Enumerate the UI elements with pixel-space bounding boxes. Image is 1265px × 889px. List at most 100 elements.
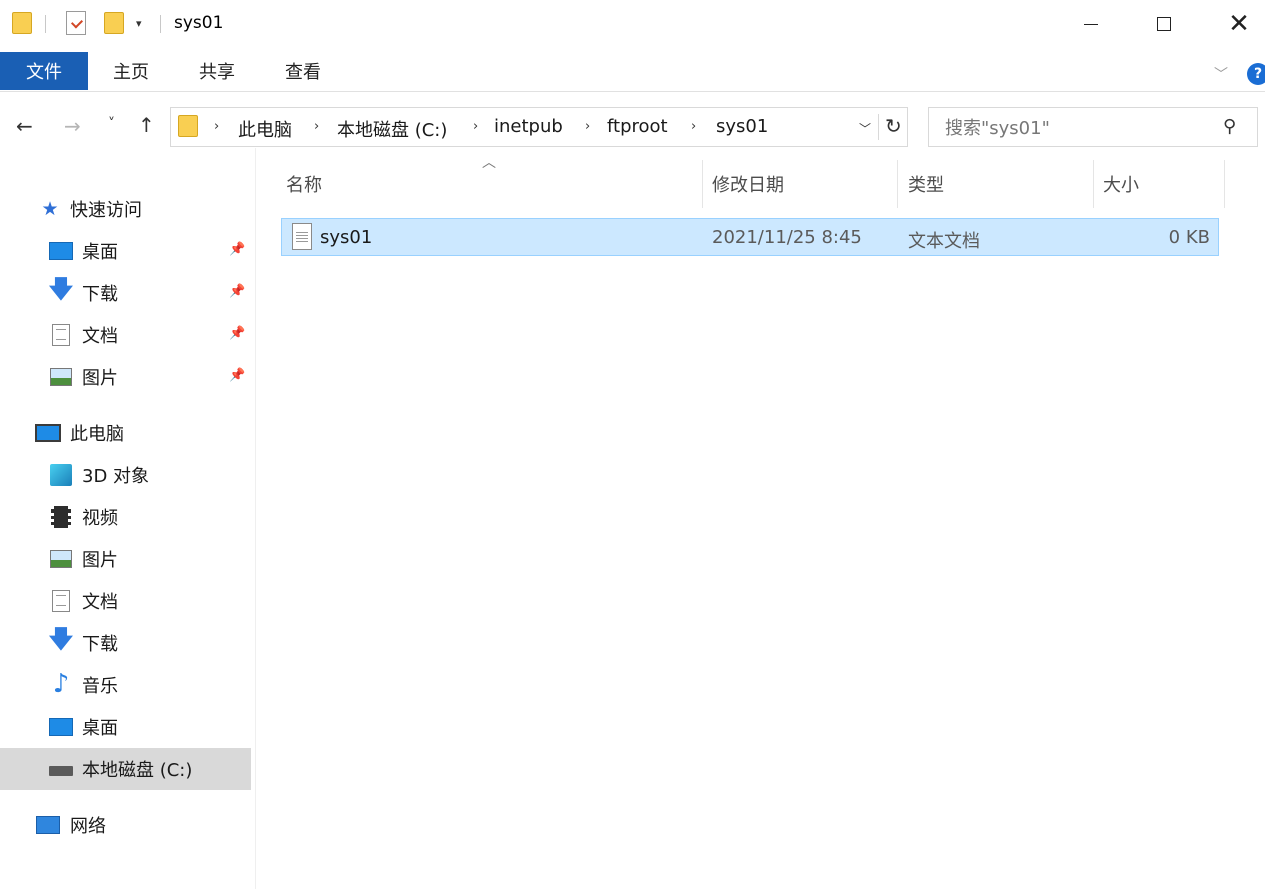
sidebar-item-this-pc[interactable]: 此电脑	[0, 412, 251, 454]
sidebar-item-label: 桌面	[82, 718, 118, 739]
tab-home[interactable]: 主页	[96, 52, 166, 90]
separator	[160, 15, 161, 33]
drive-icon	[49, 766, 73, 776]
file-modified: 2021/11/25 8:45	[712, 227, 862, 248]
separator	[878, 114, 879, 140]
sidebar-item-music[interactable]: ♪ 音乐	[0, 664, 251, 706]
column-header-type[interactable]: 类型	[908, 160, 1092, 208]
folder-icon	[12, 12, 32, 34]
customize-toolbar-icon[interactable]: ▾	[136, 17, 142, 30]
breadcrumb-separator: ›	[473, 119, 479, 134]
breadcrumb-separator: ›	[585, 119, 591, 134]
column-header-modified[interactable]: 修改日期	[712, 160, 896, 208]
breadcrumb-separator: ›	[691, 119, 697, 134]
search-placeholder: 搜索"sys01"	[945, 118, 1050, 139]
up-button[interactable]: ↑	[138, 113, 155, 137]
breadcrumb-local-disk[interactable]: 本地磁盘 (C:)	[337, 116, 447, 142]
sidebar-item-downloads[interactable]: 🡇 下载 📌	[0, 272, 251, 314]
tab-share[interactable]: 共享	[182, 52, 252, 90]
breadcrumb-ftproot[interactable]: ftproot	[607, 116, 668, 137]
document-icon	[52, 324, 70, 346]
sidebar-item-3d-objects[interactable]: 3D 对象	[0, 454, 251, 496]
forward-button[interactable]: →	[64, 114, 81, 138]
file-row[interactable]: sys01 2021/11/25 8:45 文本文档 0 KB	[281, 218, 1219, 256]
column-divider[interactable]	[1224, 160, 1225, 208]
column-divider[interactable]	[1093, 160, 1094, 208]
computer-icon	[35, 424, 61, 442]
column-divider[interactable]	[897, 160, 898, 208]
network-icon	[36, 816, 60, 834]
pin-icon: 📌	[229, 368, 246, 383]
search-input[interactable]: 搜索"sys01" ⚲	[928, 107, 1258, 147]
pin-icon: 📌	[229, 242, 246, 257]
file-size: 0 KB	[1168, 227, 1210, 248]
maximize-icon	[1157, 17, 1171, 31]
sidebar-item-desktop[interactable]: 桌面	[0, 706, 251, 748]
video-icon	[51, 506, 71, 528]
sidebar-item-label: 快速访问	[70, 200, 142, 221]
document-icon	[52, 590, 70, 612]
help-icon[interactable]: ?	[1247, 63, 1265, 85]
navigation-pane: ★ 快速访问 桌面 📌 🡇 下载 📌 文档 📌 图片 📌 此电脑 3D 对象 视…	[0, 148, 256, 889]
address-dropdown-icon[interactable]: ﹀	[859, 120, 871, 137]
desktop-icon	[49, 718, 73, 736]
pin-icon: 📌	[229, 326, 246, 341]
ribbon: 文件 主页 共享 查看 ﹀ ?	[0, 48, 1265, 92]
refresh-icon[interactable]: ↻	[885, 114, 902, 138]
sidebar-item-label: 图片	[82, 550, 118, 571]
breadcrumb-this-pc[interactable]: 此电脑	[238, 116, 292, 142]
new-folder-icon[interactable]	[104, 12, 124, 34]
window-title: sys01	[174, 13, 224, 33]
close-button[interactable]: ✕	[1216, 0, 1262, 48]
picture-icon	[50, 368, 72, 386]
separator	[45, 15, 46, 33]
sidebar-item-pictures[interactable]: 图片	[0, 538, 251, 580]
sidebar-item-label: 音乐	[82, 676, 118, 697]
star-icon: ★	[41, 198, 59, 220]
minimize-icon	[1084, 23, 1098, 25]
3d-objects-icon	[50, 464, 72, 486]
music-icon: ♪	[52, 669, 70, 699]
breadcrumb-sys01[interactable]: sys01	[716, 116, 768, 137]
download-icon: 🡇	[48, 624, 74, 653]
properties-icon[interactable]	[66, 11, 86, 35]
sidebar-item-documents[interactable]: 文档 📌	[0, 314, 251, 356]
column-divider[interactable]	[702, 160, 703, 208]
sidebar-item-downloads[interactable]: 🡇 下载	[0, 622, 251, 664]
sidebar-item-label: 此电脑	[70, 424, 124, 445]
column-header-size[interactable]: 大小	[1103, 160, 1223, 208]
tab-file[interactable]: 文件	[0, 52, 88, 90]
search-icon[interactable]: ⚲	[1223, 116, 1236, 137]
sidebar-item-label: 视频	[82, 508, 118, 529]
sidebar-item-desktop[interactable]: 桌面 📌	[0, 230, 251, 272]
sidebar-item-documents[interactable]: 文档	[0, 580, 251, 622]
text-file-icon	[292, 223, 312, 250]
desktop-icon	[49, 242, 73, 260]
breadcrumb-separator: ›	[214, 119, 220, 134]
pin-icon: 📌	[229, 284, 246, 299]
tab-view[interactable]: 查看	[268, 52, 338, 90]
sidebar-item-network[interactable]: 网络	[0, 804, 251, 846]
expand-ribbon-icon[interactable]: ﹀	[1214, 64, 1228, 84]
maximize-button[interactable]	[1141, 0, 1187, 48]
breadcrumb-inetpub[interactable]: inetpub	[494, 116, 563, 137]
title-bar: ▾ sys01 ✕	[0, 0, 1265, 48]
sidebar-item-label: 文档	[82, 326, 118, 347]
address-bar[interactable]: › 此电脑 › 本地磁盘 (C:) › inetpub › ftproot › …	[170, 107, 908, 147]
recent-locations-button[interactable]: ˅	[108, 116, 115, 132]
sidebar-item-videos[interactable]: 视频	[0, 496, 251, 538]
sidebar-item-label: 下载	[82, 284, 118, 305]
sidebar-item-local-disk[interactable]: 本地磁盘 (C:)	[0, 748, 251, 790]
file-type: 文本文档	[908, 231, 980, 252]
download-icon: 🡇	[48, 274, 74, 303]
column-header-name[interactable]: 名称	[286, 160, 700, 208]
sidebar-item-pictures[interactable]: 图片 📌	[0, 356, 251, 398]
sidebar-item-label: 网络	[70, 816, 106, 837]
sidebar-item-label: 文档	[82, 592, 118, 613]
back-button[interactable]: ←	[16, 114, 33, 138]
sidebar-item-label: 桌面	[82, 242, 118, 263]
minimize-button[interactable]	[1068, 0, 1114, 48]
breadcrumb-separator: ›	[314, 119, 320, 134]
sidebar-item-quick-access[interactable]: ★ 快速访问	[0, 188, 251, 230]
picture-icon	[50, 550, 72, 568]
